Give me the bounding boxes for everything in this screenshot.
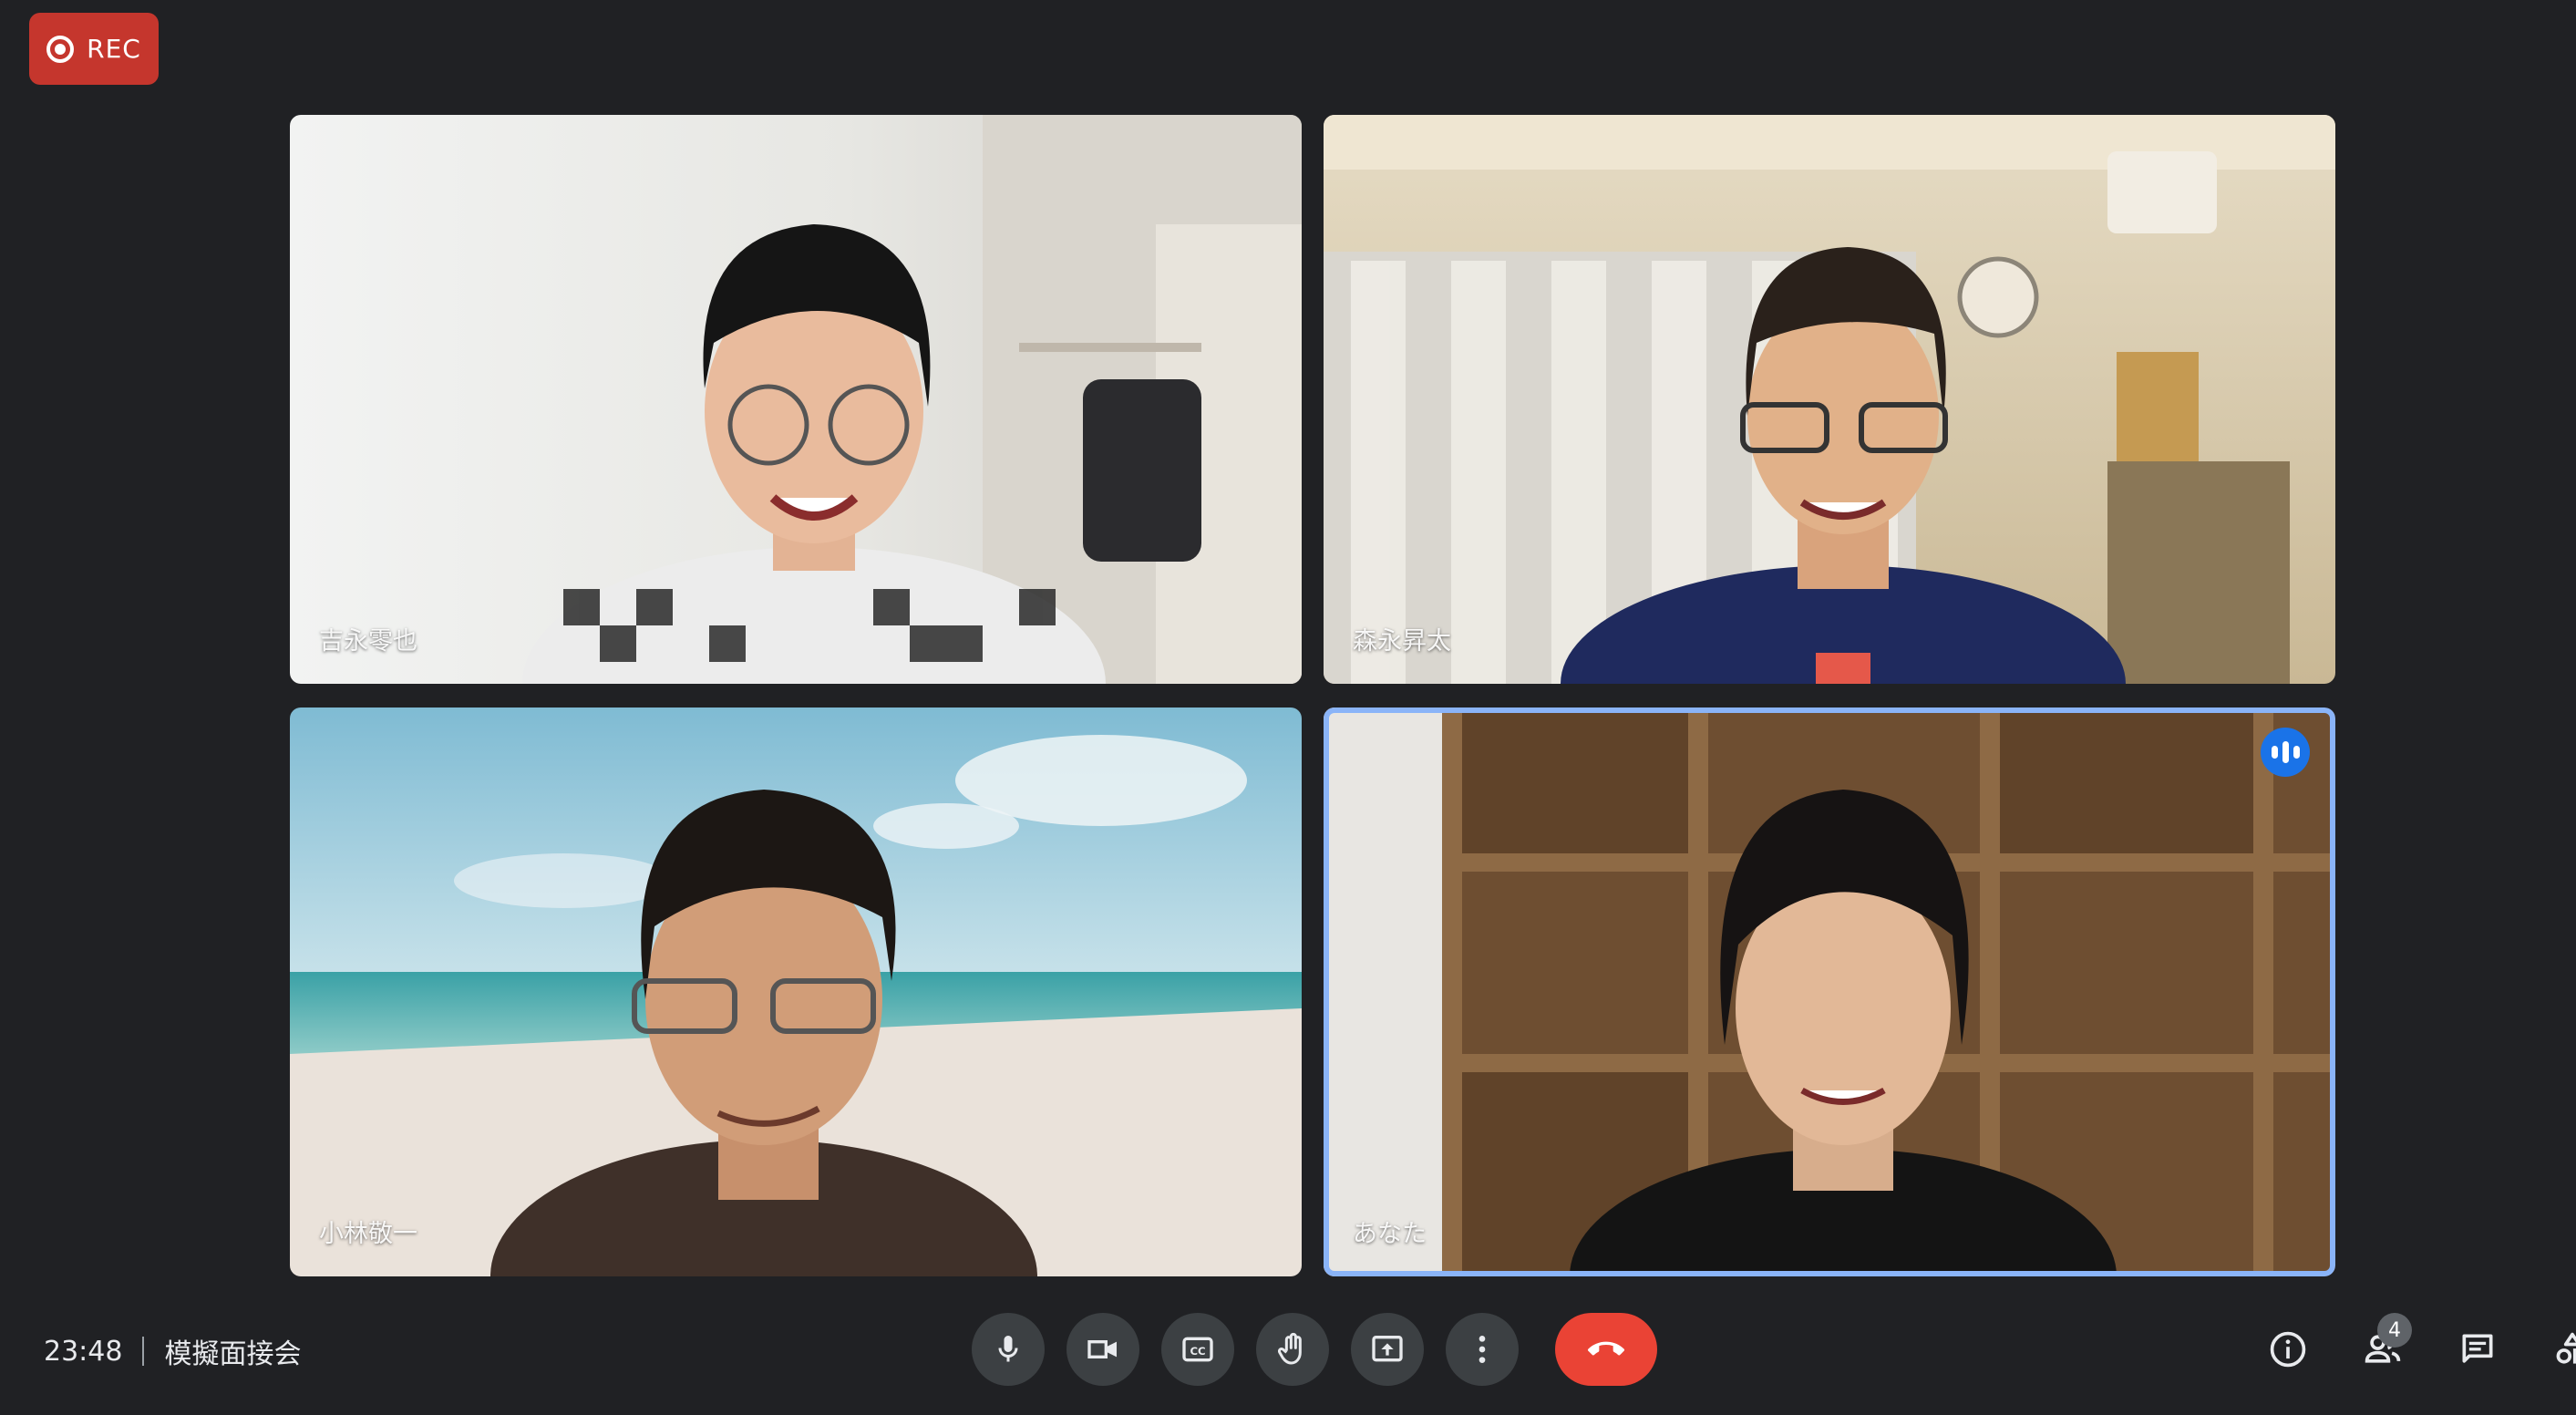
meeting-details-button[interactable] [2251, 1313, 2324, 1386]
mic-icon [998, 1336, 1018, 1362]
meeting-time: 23:48 [44, 1335, 123, 1368]
participant-tile-3[interactable]: 小林敬一 [290, 708, 1302, 1276]
recording-label: REC [87, 34, 141, 64]
divider [142, 1337, 145, 1366]
participant-name: 森永昇太 [1353, 627, 1451, 656]
meeting-info: 23:48 模擬面接会 [44, 1331, 301, 1371]
present-screen-icon [1372, 1336, 1403, 1362]
present-button[interactable] [1351, 1313, 1424, 1386]
raise-hand-button[interactable] [1256, 1313, 1329, 1386]
people-button[interactable]: 4 [2346, 1313, 2419, 1386]
videocam-icon [1087, 1340, 1117, 1358]
participant-video-2 [1324, 115, 2335, 684]
recording-badge[interactable]: REC [29, 13, 159, 85]
camera-button[interactable] [1066, 1313, 1139, 1386]
chat-button[interactable] [2441, 1313, 2514, 1386]
call-end-icon [1587, 1341, 1625, 1356]
participant-tile-2[interactable]: 森永昇太 [1324, 115, 2335, 684]
audio-level-icon [2261, 728, 2310, 777]
hand-icon [1277, 1332, 1302, 1365]
participant-tile-self[interactable]: あなた [1324, 708, 2335, 1276]
participant-name: 小林敬一 [319, 1220, 417, 1248]
activities-button[interactable] [2536, 1313, 2576, 1386]
chat-icon [2462, 1334, 2493, 1363]
mic-button[interactable] [972, 1313, 1045, 1386]
info-icon [2270, 1331, 2306, 1368]
participant-name: 吉永零也 [319, 627, 417, 656]
bottom-toolbar: 23:48 模擬面接会 CC 4 [0, 1295, 2576, 1404]
more-options-button[interactable] [1446, 1313, 1519, 1386]
record-icon [46, 35, 75, 63]
activities-shapes-icon [2556, 1332, 2576, 1364]
participant-video-1 [290, 115, 1302, 684]
participant-name: あなた [1353, 1220, 1427, 1248]
svg-text:CC: CC [1190, 1345, 1205, 1358]
participant-tile-1[interactable]: 吉永零也 [290, 115, 1302, 684]
captions-button[interactable]: CC [1161, 1313, 1234, 1386]
call-controls: CC [972, 1313, 1657, 1386]
side-panel-controls: 4 [2251, 1313, 2576, 1386]
end-call-button[interactable] [1555, 1313, 1657, 1386]
more-vert-icon [1479, 1336, 1486, 1363]
closed-caption-icon: CC [1182, 1337, 1213, 1362]
participant-count-badge: 4 [2377, 1313, 2412, 1348]
participant-video-3 [290, 708, 1302, 1276]
participant-video-self [1324, 708, 2335, 1276]
meeting-title: 模擬面接会 [164, 1338, 302, 1370]
